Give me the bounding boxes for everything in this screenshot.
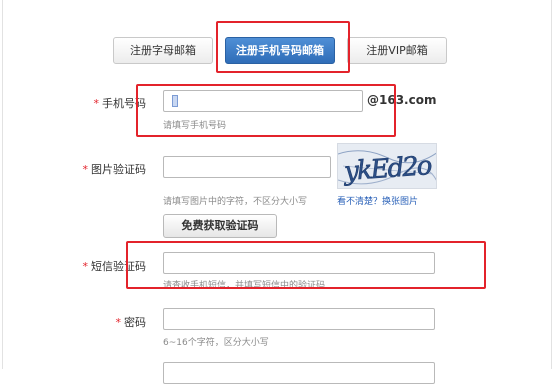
get-sms-code-button[interactable]: 免费获取验证码 xyxy=(163,214,277,238)
password-label-text: 密码 xyxy=(124,316,146,329)
password-hint: 6~16个字符，区分大小写 xyxy=(163,338,269,348)
captcha-graphic: ykEd2o xyxy=(338,150,436,187)
text-cursor xyxy=(172,95,178,107)
sms-code-label-text: 短信验证码 xyxy=(91,260,146,273)
tab-phone-email[interactable]: 注册手机号码邮箱 xyxy=(225,37,335,64)
sms-code-label: * 短信验证码 xyxy=(60,258,147,274)
sms-code-hint: 请查收手机短信，并填写短信中的验证码 xyxy=(163,281,326,291)
required-mark: * xyxy=(82,163,89,176)
tab-letter-email[interactable]: 注册字母邮箱 xyxy=(113,37,213,64)
password-label: * 密码 xyxy=(80,314,147,330)
tab-vip-email[interactable]: 注册VIP邮箱 xyxy=(347,37,447,64)
next-field-input[interactable] xyxy=(163,362,435,384)
required-mark: * xyxy=(115,316,122,329)
phone-hint: 请填写手机号码 xyxy=(163,121,227,131)
image-code-input[interactable] xyxy=(163,156,331,178)
refresh-captcha-link[interactable]: 看不清楚？换张图片 xyxy=(337,194,418,207)
image-code-label: * 图片验证码 xyxy=(60,161,147,177)
required-mark: * xyxy=(93,97,100,110)
phone-label: * 手机号码 xyxy=(70,95,147,111)
phone-label-text: 手机号码 xyxy=(102,97,146,110)
email-domain-suffix: @163.com xyxy=(367,93,437,107)
image-code-label-text: 图片验证码 xyxy=(91,163,146,176)
phone-input[interactable] xyxy=(163,90,363,112)
image-code-hint: 请填写图片中的字符，不区分大小写 xyxy=(163,197,308,207)
sms-code-input[interactable] xyxy=(163,252,435,274)
captcha-image[interactable]: ykEd2o xyxy=(337,143,437,189)
required-mark: * xyxy=(82,260,89,273)
password-input[interactable] xyxy=(163,308,435,330)
svg-text:ykEd2o: ykEd2o xyxy=(342,151,432,187)
